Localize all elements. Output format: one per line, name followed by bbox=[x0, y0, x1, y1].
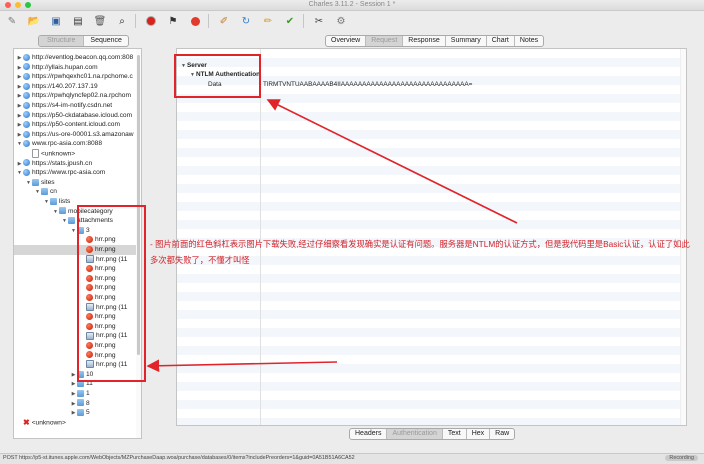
annotation-text: - 图片前面的红色斜杠表示图片下载失败,经过仔细察看发现确实是认证有问题。服务器… bbox=[150, 239, 690, 265]
status-bar: POST https://p5-st.itunes.apple.com/WebO… bbox=[0, 453, 704, 464]
annotation-arrows bbox=[146, 99, 518, 373]
arrow-to-requests bbox=[146, 359, 338, 373]
recording-badge[interactable]: Recording bbox=[665, 455, 698, 461]
arrow-to-auth bbox=[266, 99, 518, 224]
status-url: POST https://p5-st.itunes.apple.com/WebO… bbox=[3, 455, 355, 461]
